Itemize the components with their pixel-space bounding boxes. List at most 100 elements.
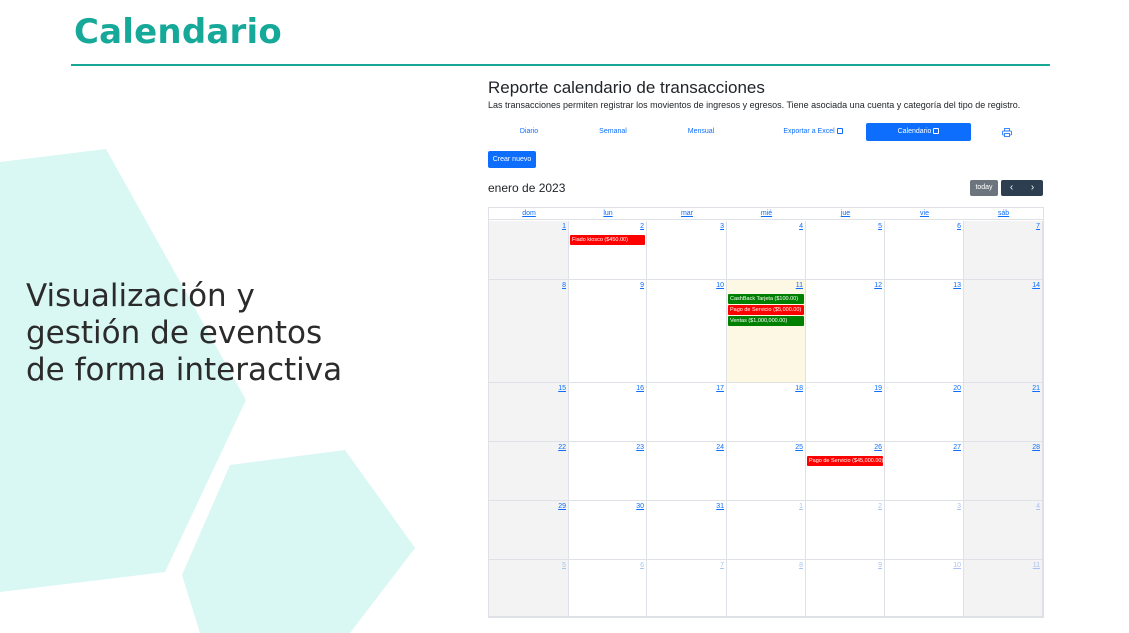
tab-diario[interactable]: Diario — [488, 123, 570, 141]
calendar-event[interactable]: Ventas ($1,000,000.00) — [728, 316, 804, 326]
day-number-link[interactable]: 6 — [640, 562, 644, 569]
day-cell[interactable]: 10 — [885, 560, 964, 617]
tab-mensual[interactable]: Mensual — [660, 123, 742, 141]
day-number-link[interactable]: 7 — [1036, 223, 1040, 230]
calendar-event[interactable]: CashBack Tarjeta ($100.00) — [728, 294, 804, 304]
day-number-link[interactable]: 5 — [878, 223, 882, 230]
export-excel-link[interactable]: Exportar a Excel — [763, 123, 863, 141]
day-number-link[interactable]: 11 — [796, 282, 803, 289]
day-number-link[interactable]: 30 — [636, 503, 644, 510]
day-number-link[interactable]: 21 — [1032, 385, 1040, 392]
day-cell[interactable]: 20 — [885, 383, 964, 442]
day-cell[interactable]: 7 — [647, 560, 727, 617]
day-number-link[interactable]: 5 — [562, 562, 566, 569]
day-cell[interactable]: 1 — [489, 221, 569, 280]
day-cell[interactable]: 1 — [727, 501, 806, 560]
day-number-link[interactable]: 20 — [953, 385, 961, 392]
day-number-link[interactable]: 16 — [636, 385, 644, 392]
calendar-event[interactable]: Pago de Servicio ($45,000.00) — [807, 456, 883, 466]
day-number-link[interactable]: 9 — [878, 562, 882, 569]
day-number-link[interactable]: 6 — [957, 223, 961, 230]
weekday-header-6[interactable]: sáb — [964, 208, 1043, 220]
day-cell[interactable]: 8 — [489, 280, 569, 383]
day-cell[interactable]: 11 CashBack Tarjeta ($100.00) Pago de Serv… — [727, 280, 806, 383]
day-number-link[interactable]: 12 — [874, 282, 882, 289]
day-number-link[interactable]: 11 — [1033, 562, 1040, 569]
day-number-link[interactable]: 8 — [799, 562, 803, 569]
day-cell[interactable]: 30 — [569, 501, 647, 560]
day-number-link[interactable]: 13 — [953, 282, 961, 289]
day-number-link[interactable]: 19 — [874, 385, 882, 392]
printer-icon[interactable] — [1002, 128, 1012, 137]
day-cell[interactable]: 12 — [806, 280, 885, 383]
day-number-link[interactable]: 25 — [795, 444, 803, 451]
day-cell[interactable]: 15 — [489, 383, 569, 442]
day-number-link[interactable]: 31 — [716, 503, 724, 510]
day-cell[interactable]: 5 — [489, 560, 569, 617]
day-number-link[interactable]: 4 — [1036, 503, 1040, 510]
day-cell[interactable]: 2 — [806, 501, 885, 560]
day-number-link[interactable]: 18 — [795, 385, 803, 392]
day-cell[interactable]: 21 — [964, 383, 1043, 442]
day-number-link[interactable]: 14 — [1032, 282, 1040, 289]
weekday-header-1[interactable]: lun — [569, 208, 647, 220]
weekday-header-0[interactable]: dom — [489, 208, 569, 220]
calendar-event[interactable]: Fiado kiosco ($450.00) — [570, 235, 645, 245]
create-new-button[interactable]: Crear nuevo — [488, 151, 536, 168]
day-cell[interactable]: 17 — [647, 383, 727, 442]
day-number-link[interactable]: 8 — [562, 282, 566, 289]
day-cell[interactable]: 7 — [964, 221, 1043, 280]
day-number-link[interactable]: 3 — [720, 223, 724, 230]
day-number-link[interactable]: 24 — [716, 444, 724, 451]
day-cell[interactable]: 18 — [727, 383, 806, 442]
day-number-link[interactable]: 1 — [562, 223, 566, 230]
day-number-link[interactable]: 10 — [953, 562, 961, 569]
chevron-right-icon[interactable]: › — [1022, 180, 1043, 196]
weekday-header-5[interactable]: vie — [885, 208, 964, 220]
weekday-header-3[interactable]: mié — [727, 208, 806, 220]
day-cell[interactable]: 2 Fiado kiosco ($450.00) — [569, 221, 647, 280]
day-cell[interactable]: 10 — [647, 280, 727, 383]
day-cell[interactable]: 27 — [885, 442, 964, 501]
day-number-link[interactable]: 29 — [558, 503, 566, 510]
day-cell[interactable]: 6 — [885, 221, 964, 280]
day-number-link[interactable]: 9 — [640, 282, 644, 289]
day-cell[interactable]: 4 — [727, 221, 806, 280]
weekday-header-4[interactable]: jue — [806, 208, 885, 220]
day-number-link[interactable]: 7 — [720, 562, 724, 569]
day-cell[interactable]: 5 — [806, 221, 885, 280]
day-cell[interactable]: 19 — [806, 383, 885, 442]
day-cell[interactable]: 23 — [569, 442, 647, 501]
day-cell[interactable]: 13 — [885, 280, 964, 383]
day-cell[interactable]: 24 — [647, 442, 727, 501]
day-number-link[interactable]: 22 — [558, 444, 566, 451]
day-cell[interactable]: 6 — [569, 560, 647, 617]
calendar-event[interactable]: Pago de Servicio ($5,000.00) — [728, 305, 804, 315]
day-number-link[interactable]: 2 — [878, 503, 882, 510]
chevron-left-icon[interactable]: ‹ — [1001, 180, 1022, 196]
day-cell[interactable]: 31 — [647, 501, 727, 560]
weekday-header-2[interactable]: mar — [647, 208, 727, 220]
today-button[interactable]: today — [970, 180, 998, 196]
day-number-link[interactable]: 10 — [716, 282, 724, 289]
day-cell[interactable]: 3 — [885, 501, 964, 560]
day-cell[interactable]: 4 — [964, 501, 1043, 560]
day-number-link[interactable]: 15 — [558, 385, 566, 392]
tab-calendario[interactable]: Calendario — [866, 123, 971, 141]
day-number-link[interactable]: 27 — [953, 444, 961, 451]
day-cell[interactable]: 16 — [569, 383, 647, 442]
day-number-link[interactable]: 4 — [799, 223, 803, 230]
day-cell[interactable]: 28 — [964, 442, 1043, 501]
day-cell[interactable]: 22 — [489, 442, 569, 501]
day-cell[interactable]: 3 — [647, 221, 727, 280]
day-number-link[interactable]: 23 — [636, 444, 644, 451]
day-cell[interactable]: 29 — [489, 501, 569, 560]
day-cell[interactable]: 26 Pago de Servicio ($45,000.00) — [806, 442, 885, 501]
day-number-link[interactable]: 26 — [874, 444, 882, 451]
day-number-link[interactable]: 2 — [640, 223, 644, 230]
day-cell[interactable]: 14 — [964, 280, 1043, 383]
day-cell[interactable]: 9 — [806, 560, 885, 617]
day-cell[interactable]: 8 — [727, 560, 806, 617]
day-number-link[interactable]: 3 — [957, 503, 961, 510]
day-cell[interactable]: 11 — [964, 560, 1043, 617]
